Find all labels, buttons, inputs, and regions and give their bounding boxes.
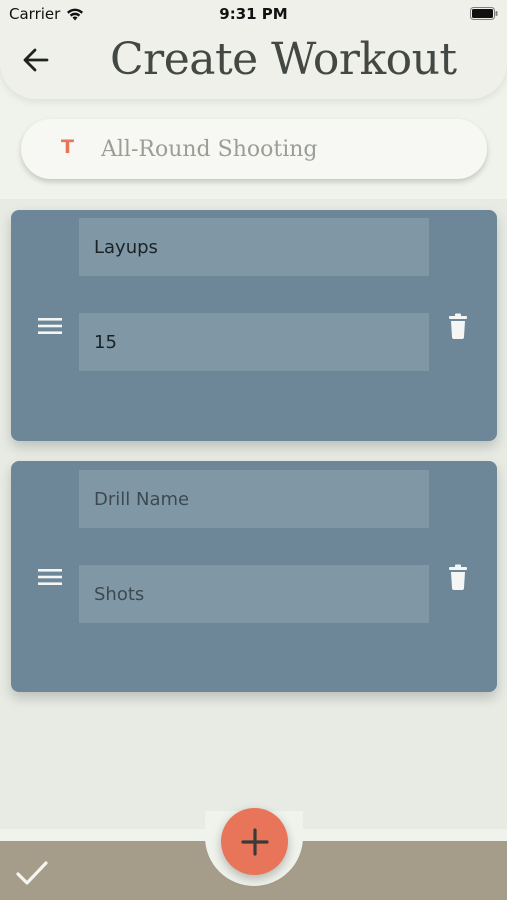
page-title: Create Workout (110, 34, 457, 85)
drill-card[interactable] (11, 210, 497, 441)
battery-icon (470, 7, 498, 20)
drill-shots-input[interactable] (79, 313, 429, 371)
trash-icon[interactable] (447, 313, 469, 339)
drag-handle-icon[interactable] (38, 568, 62, 586)
workout-name-input[interactable] (101, 133, 481, 165)
text-format-icon: T (61, 136, 74, 158)
plus-icon (240, 827, 269, 856)
workout-name-field[interactable]: T (21, 119, 487, 179)
drill-card[interactable] (11, 461, 497, 692)
drill-shots-input[interactable] (79, 565, 429, 623)
drill-name-input[interactable] (79, 218, 429, 276)
status-bar: Carrier 9:31 PM (0, 0, 507, 30)
add-drill-button[interactable] (221, 808, 288, 875)
status-time: 9:31 PM (219, 5, 288, 23)
drag-handle-icon[interactable] (38, 317, 62, 335)
drill-name-input[interactable] (79, 470, 429, 528)
trash-icon[interactable] (447, 564, 469, 590)
checkmark-icon[interactable] (15, 858, 49, 888)
back-arrow-icon[interactable] (20, 44, 52, 76)
